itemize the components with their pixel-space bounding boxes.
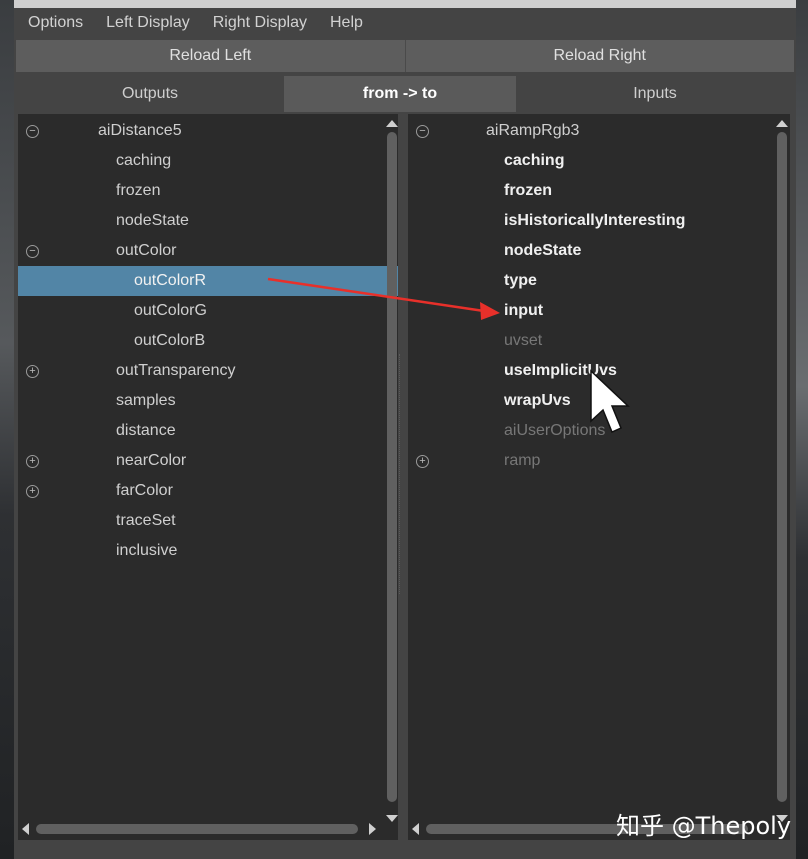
attr-row[interactable]: useImplicitUvs [408, 356, 790, 386]
inputs-panel: − aiRampRgb3 caching frozen isHistorical… [408, 114, 790, 840]
node-row-left[interactable]: − aiDistance5 [18, 116, 398, 146]
attr-label: outColorB [134, 332, 206, 349]
attr-label: type [504, 272, 537, 289]
attr-label: frozen [116, 182, 161, 199]
tab-inputs[interactable]: Inputs [516, 76, 794, 112]
scroll-right-icon[interactable] [369, 823, 376, 835]
attr-label: nodeState [116, 212, 189, 229]
title-strip [14, 0, 796, 8]
attr-row-target[interactable]: input [408, 296, 790, 326]
expand-icon[interactable]: + [26, 365, 39, 378]
attr-label: farColor [116, 482, 173, 499]
attr-row[interactable]: outColorG [18, 296, 398, 326]
menu-options[interactable]: Options [28, 14, 83, 32]
scroll-trough[interactable] [387, 132, 397, 802]
attr-label: samples [116, 392, 176, 409]
scroll-up-icon[interactable] [776, 120, 788, 127]
menu-left-display[interactable]: Left Display [106, 14, 190, 32]
collapse-icon[interactable]: − [26, 125, 39, 138]
attr-row[interactable]: caching [18, 146, 398, 176]
attr-label: wrapUvs [504, 392, 571, 409]
scroll-up-icon[interactable] [386, 120, 398, 127]
attr-row[interactable]: + outTransparency [18, 356, 398, 386]
right-vertical-scrollbar[interactable] [774, 114, 788, 824]
left-horizontal-scrollbar[interactable] [18, 818, 380, 840]
attr-row[interactable]: traceSet [18, 506, 398, 536]
tab-outputs[interactable]: Outputs [16, 76, 284, 112]
attr-row[interactable]: frozen [18, 176, 398, 206]
attr-row[interactable]: samples [18, 386, 398, 416]
node-row-right[interactable]: − aiRampRgb3 [408, 116, 790, 146]
expand-icon[interactable]: + [26, 455, 39, 468]
direction-tabs: Outputs from -> to Inputs [16, 76, 794, 112]
pane-divider[interactable] [399, 354, 408, 594]
attr-label: nodeState [504, 242, 582, 259]
attr-label: caching [504, 152, 565, 169]
attr-row[interactable]: wrapUvs [408, 386, 790, 416]
attr-row-disabled: + ramp [408, 446, 790, 476]
attr-label: useImplicitUvs [504, 362, 617, 379]
attr-label: nearColor [116, 452, 187, 469]
attr-label: input [504, 302, 544, 319]
attr-row-disabled: aiUserOptions [408, 416, 790, 446]
attr-row[interactable]: − outColor [18, 236, 398, 266]
scroll-trough[interactable] [36, 824, 358, 834]
attr-row-selected[interactable]: outColorR [18, 266, 398, 296]
outputs-panel: − aiDistance5 caching frozen nodeState −… [18, 114, 398, 840]
attr-row[interactable]: inclusive [18, 536, 398, 566]
attr-row[interactable]: isHistoricallyInteresting [408, 206, 790, 236]
collapse-icon[interactable]: − [26, 245, 39, 258]
scroll-down-icon[interactable] [386, 815, 398, 822]
attr-label: uvset [504, 332, 543, 349]
tab-direction[interactable]: from -> to [284, 76, 516, 112]
attr-row[interactable]: type [408, 266, 790, 296]
attr-label: traceSet [116, 512, 176, 529]
attr-label: aiUserOptions [504, 422, 606, 439]
attr-label: isHistoricallyInteresting [504, 212, 686, 229]
expand-icon[interactable]: + [26, 485, 39, 498]
connection-editor-window: Options Left Display Right Display Help … [14, 0, 796, 859]
attr-label: outColor [116, 242, 177, 259]
reload-buttons: Reload Left Reload Right [16, 40, 794, 72]
scroll-trough[interactable] [777, 132, 787, 802]
attr-label: outColorG [134, 302, 207, 319]
scroll-left-icon[interactable] [22, 823, 29, 835]
reload-right-button[interactable]: Reload Right [404, 40, 794, 72]
expand-icon[interactable]: + [416, 455, 429, 468]
attr-label: ramp [504, 452, 541, 469]
node-name: aiRampRgb3 [486, 122, 580, 139]
left-vertical-scrollbar[interactable] [384, 114, 398, 824]
reload-left-button[interactable]: Reload Left [16, 40, 405, 72]
watermark: 知乎 @Thepoly [616, 812, 792, 840]
attr-row[interactable]: nodeState [18, 206, 398, 236]
menu-help[interactable]: Help [330, 14, 363, 32]
attr-row[interactable]: + nearColor [18, 446, 398, 476]
attr-row[interactable]: distance [18, 416, 398, 446]
attr-label: caching [116, 152, 172, 169]
menu-right-display[interactable]: Right Display [213, 14, 307, 32]
node-name: aiDistance5 [98, 122, 182, 139]
attr-label: outTransparency [116, 362, 236, 379]
attr-label: frozen [504, 182, 552, 199]
attr-row[interactable]: frozen [408, 176, 790, 206]
attr-row[interactable]: caching [408, 146, 790, 176]
attr-label: distance [116, 422, 176, 439]
attr-row[interactable]: outColorB [18, 326, 398, 356]
menu-bar: Options Left Display Right Display Help [14, 8, 796, 38]
attr-label: inclusive [116, 542, 178, 559]
scroll-left-icon[interactable] [412, 823, 419, 835]
attr-row-disabled: uvset [408, 326, 790, 356]
attr-row[interactable]: + farColor [18, 476, 398, 506]
collapse-icon[interactable]: − [416, 125, 429, 138]
attr-row[interactable]: nodeState [408, 236, 790, 266]
attr-label: outColorR [134, 272, 207, 289]
